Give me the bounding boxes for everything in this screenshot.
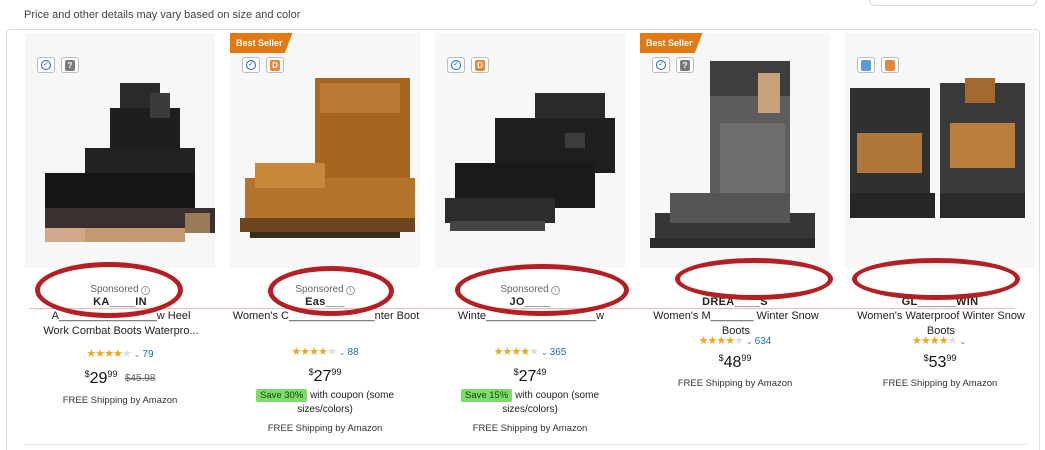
shipping-info: FREE Shipping by Amazon	[677, 378, 793, 389]
star-rating-icon: ★★★★★	[911, 335, 957, 347]
rating[interactable]: ★★★★★ ⌄ 79	[25, 347, 215, 360]
boot-image	[850, 78, 1025, 218]
price: $2749	[513, 367, 547, 385]
rating[interactable]: ★★★★★ ⌄	[845, 334, 1035, 347]
product-image[interactable]: ✓ D	[435, 33, 625, 268]
save-badge: Save 30%	[255, 389, 308, 402]
divider	[24, 444, 1027, 445]
rating-count[interactable]: 365	[550, 347, 567, 358]
quick-view-icon[interactable]: D	[266, 57, 284, 73]
shipping-info: FREE Shipping by Amazon	[62, 395, 178, 406]
chevron-down-icon[interactable]: ⌄	[339, 348, 346, 357]
product-title-line2[interactable]: Work Combat Boots Waterpro...	[19, 325, 223, 337]
annotation-oval	[455, 264, 629, 316]
product-image[interactable]	[845, 33, 1035, 268]
product-image[interactable]: Best Seller ✓ ?	[640, 33, 830, 268]
product-image[interactable]: Best Seller ✓ D	[230, 33, 420, 268]
star-rating-icon: ★★★★★	[493, 346, 539, 358]
product-card[interactable]: Best Seller ✓ ? DREA____S Women's M_____…	[640, 33, 844, 443]
save-badge: Save 15%	[460, 389, 513, 402]
best-seller-badge: Best Seller	[640, 33, 703, 53]
sort-dropdown[interactable]	[869, 0, 1037, 6]
shoe-image	[445, 93, 615, 231]
best-seller-badge: Best Seller	[230, 33, 293, 53]
product-image[interactable]: ✓ ?	[25, 33, 215, 268]
price: $4899	[718, 353, 752, 371]
rating[interactable]: ★★★★★ ⌄ 365	[435, 345, 625, 358]
annotation-oval	[852, 258, 1020, 300]
annotation-oval	[675, 258, 833, 300]
star-rating-icon: ★★★★★	[86, 348, 131, 360]
coupon-text: with coupon (some sizes/colors)	[297, 390, 395, 415]
product-card[interactable]: Best Seller ✓ D Sponsored i Eas___ Women'…	[230, 33, 434, 443]
list-price: $45.98	[124, 373, 156, 384]
product-title[interactable]: Women's Waterproof Winter Snow	[839, 309, 1043, 324]
product-card[interactable]: ✓ ? Sponsored i KA____IN A_______________…	[25, 33, 229, 443]
chevron-down-icon[interactable]: ⌄	[541, 348, 548, 357]
annotation-oval	[268, 266, 394, 316]
coupon[interactable]: Save 30% with coupon (some sizes/colors)	[230, 389, 420, 417]
rating[interactable]: ★★★★★ ⌄ 634	[640, 334, 830, 347]
product-card[interactable]: GL______WIN Women's Waterproof Winter Sn…	[845, 33, 1045, 443]
chevron-down-icon[interactable]: ⌄	[134, 350, 141, 359]
chevron-down-icon[interactable]: ⌄	[959, 337, 966, 346]
coupon[interactable]: Save 15% with coupon (some sizes/colors)	[435, 389, 625, 417]
chevron-down-icon[interactable]: ⌄	[746, 337, 753, 346]
annotation-oval	[35, 262, 183, 318]
price: $5399	[923, 353, 957, 371]
price-notice: Price and other details may vary based o…	[24, 9, 301, 21]
boot-image	[45, 83, 215, 242]
coupon-text: with coupon (some sizes/colors)	[502, 390, 600, 415]
shipping-info: FREE Shipping by Amazon	[267, 423, 383, 434]
compare-check-icon[interactable]: ✓	[652, 57, 670, 73]
price: $2999 $45.98	[84, 369, 156, 387]
rating-count[interactable]: 634	[755, 336, 772, 347]
rating-count[interactable]: 88	[347, 347, 358, 358]
price: $2799	[308, 367, 342, 385]
rating[interactable]: ★★★★★ ⌄ 88	[230, 345, 420, 358]
star-rating-icon: ★★★★★	[698, 335, 744, 347]
rating-count[interactable]: 79	[142, 349, 153, 360]
quick-view-icon[interactable]: ?	[676, 57, 694, 73]
product-title[interactable]: Women's M_______ Winter Snow	[634, 309, 838, 324]
compare-check-icon[interactable]: ✓	[242, 57, 260, 73]
shipping-info: FREE Shipping by Amazon	[472, 423, 588, 434]
shipping-info: FREE Shipping by Amazon	[882, 378, 998, 389]
star-rating-icon: ★★★★★	[291, 346, 336, 358]
product-card[interactable]: ✓ D Sponsored i JO____ Winte_____________…	[435, 33, 639, 443]
